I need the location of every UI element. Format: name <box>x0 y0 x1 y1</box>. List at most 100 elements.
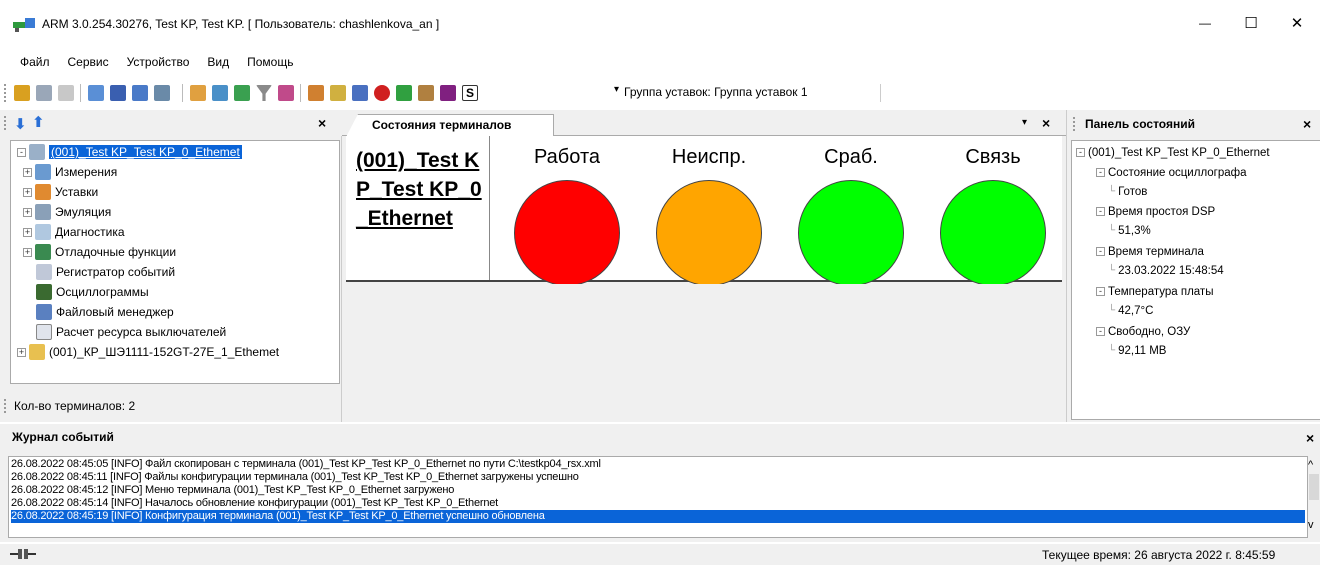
close-panel-button[interactable]: × <box>1303 116 1311 132</box>
collapse-icon[interactable]: - <box>1096 207 1105 216</box>
download-icon[interactable] <box>352 85 368 101</box>
tree-item-label: Отладочные функции <box>55 245 177 259</box>
event-recorder-icon <box>36 264 52 280</box>
tab-label[interactable]: Состояния терминалов <box>372 118 511 132</box>
maximize-button[interactable]: ☐ <box>1228 8 1274 38</box>
tree-item-terminal-2[interactable]: + (001)_КР_ШЭ1111-152GT-27E_1_Ethemet <box>17 342 279 362</box>
expand-icon[interactable]: + <box>23 187 32 197</box>
file-manager-icon <box>36 304 52 320</box>
title-bar: ARM 3.0.254.30276, Test KP, Test KP. [ П… <box>0 0 1320 46</box>
tree-item-settings[interactable]: + Уставки <box>23 182 98 202</box>
collapse-icon[interactable]: - <box>1096 247 1105 256</box>
collapse-icon[interactable]: - <box>17 147 26 157</box>
tree-item-diagnostics[interactable]: + Диагностика <box>23 222 125 242</box>
expand-icon[interactable]: + <box>23 167 32 177</box>
tree-item-breaker-resource[interactable]: Расчет ресурса выключателей <box>36 322 226 342</box>
status-bar: Текущее время: 26 августа 2022 г. 8:45:5… <box>0 544 1320 565</box>
event-log-title: Журнал событий <box>12 430 114 444</box>
flag-icon[interactable] <box>440 85 456 101</box>
log-entry[interactable]: 26.08.2022 08:45:05 [INFO] Файл скопиров… <box>11 458 601 471</box>
status-tree: - (001)_Test KP_Test KP_0_Ethernet - Сос… <box>1071 140 1320 420</box>
refresh-icon[interactable] <box>396 85 412 101</box>
log-entry-selected[interactable]: 26.08.2022 08:45:19 [INFO] Конфигурация … <box>11 510 1305 523</box>
settings-gear-icon[interactable] <box>418 85 434 101</box>
chevron-down-icon[interactable]: ▾ <box>614 84 619 95</box>
close-panel-button[interactable]: × <box>318 115 326 131</box>
status-tree-item[interactable]: - Состояние осциллографа <box>1096 163 1247 182</box>
properties-icon[interactable] <box>58 85 74 101</box>
menu-device[interactable]: Устройство <box>118 52 199 74</box>
edit-icon[interactable] <box>330 85 346 101</box>
expand-icon[interactable]: + <box>23 247 32 257</box>
panel-grip[interactable] <box>1073 117 1075 131</box>
setting-group-label[interactable]: Группа уставок: Группа уставок 1 <box>624 85 808 99</box>
tree-item-measurements[interactable]: + Измерения <box>23 162 117 182</box>
log-entry[interactable]: 26.08.2022 08:45:12 [INFO] Меню терминал… <box>11 484 454 497</box>
close-tab-button[interactable]: × <box>1042 115 1050 131</box>
tree-item-event-recorder[interactable]: Регистратор событий <box>36 262 175 282</box>
status-tree-root[interactable]: - (001)_Test KP_Test KP_0_Ethernet <box>1076 143 1270 162</box>
panel-grip[interactable] <box>4 399 6 413</box>
close-button[interactable]: ✕ <box>1274 8 1320 38</box>
log-entry[interactable]: 26.08.2022 08:45:14 [INFO] Началось обно… <box>11 497 498 510</box>
disconnect-icon[interactable] <box>36 85 52 101</box>
monitor-icon[interactable] <box>110 85 126 101</box>
status-item-value: 42,7°C <box>1118 304 1154 317</box>
menu-help[interactable]: Помощь <box>238 52 302 74</box>
terminals-panel: ⬇ ⬆ × - (001)_Test KP_Test KP_0_Ethemet … <box>0 110 342 422</box>
tree-item-label: (001)_Test KP_Test KP_0_Ethemet <box>49 145 242 159</box>
status-tree-value: └ 42,7°C <box>1108 304 1154 317</box>
event-log-list[interactable]: 26.08.2022 08:45:05 [INFO] Файл скопиров… <box>8 456 1308 538</box>
network-icon[interactable] <box>132 85 148 101</box>
tree-icon[interactable] <box>234 85 250 101</box>
record-icon[interactable] <box>374 85 390 101</box>
arrow-up-icon[interactable]: ⬆ <box>32 113 45 131</box>
toolbar-grip[interactable] <box>4 84 7 102</box>
tree-item-file-manager[interactable]: Файловый менеджер <box>36 302 174 322</box>
list-icon[interactable] <box>88 85 104 101</box>
arrow-down-icon[interactable]: ⬇ <box>14 115 27 133</box>
menu-service[interactable]: Сервис <box>59 52 118 74</box>
layers-icon[interactable] <box>278 85 294 101</box>
tree-item-terminal[interactable]: - (001)_Test KP_Test KP_0_Ethemet <box>17 142 242 162</box>
debug-icon <box>35 244 51 260</box>
scrollbar-thumb[interactable] <box>1309 474 1319 500</box>
scroll-up-icon[interactable]: ^ <box>1308 459 1313 471</box>
collapse-icon[interactable]: - <box>1076 148 1085 157</box>
terminals-panel-header: ⬇ ⬆ × <box>0 110 342 136</box>
report-icon[interactable] <box>212 85 228 101</box>
chart-icon[interactable] <box>190 85 206 101</box>
chevron-down-icon[interactable]: ▾ <box>1022 117 1027 128</box>
collapse-icon[interactable]: - <box>1096 327 1105 336</box>
settings-folder-icon <box>35 184 51 200</box>
scroll-down-icon[interactable]: v <box>1308 519 1314 531</box>
status-tree-root-label: (001)_Test KP_Test KP_0_Ethernet <box>1088 146 1270 159</box>
panel-grip[interactable] <box>4 116 6 130</box>
minimize-button[interactable]: — <box>1182 8 1228 38</box>
collapse-icon[interactable]: - <box>1096 168 1105 177</box>
log-entry[interactable]: 26.08.2022 08:45:11 [INFO] Файлы конфигу… <box>11 471 579 484</box>
open-folder-icon[interactable] <box>308 85 324 101</box>
expand-icon[interactable]: + <box>23 207 32 217</box>
status-tree-item[interactable]: - Время терминала <box>1096 242 1204 261</box>
expand-icon[interactable]: + <box>17 347 26 357</box>
save-dropdown-icon[interactable] <box>154 85 170 101</box>
expand-icon[interactable]: + <box>23 227 32 237</box>
tree-item-oscillograms[interactable]: Осциллограммы <box>36 282 149 302</box>
menu-view[interactable]: Вид <box>198 52 238 74</box>
status-tree-item[interactable]: - Свободно, ОЗУ <box>1096 322 1190 341</box>
filter-icon[interactable] <box>256 85 272 101</box>
app-icon <box>13 18 35 32</box>
status-tree-item[interactable]: - Время простоя DSP <box>1096 202 1215 221</box>
status-tree-item[interactable]: - Температура платы <box>1096 282 1213 301</box>
terminal-name[interactable]: (001)_Test KP_Test KP_0_Ethernet <box>356 146 486 233</box>
tree-item-emulation[interactable]: + Эмуляция <box>23 202 111 222</box>
collapse-icon[interactable]: - <box>1096 287 1105 296</box>
connect-icon[interactable] <box>14 85 30 101</box>
close-panel-button[interactable]: × <box>1306 430 1314 446</box>
status-tree-value: └ 92,11 MB <box>1108 344 1167 357</box>
menu-bar: Файл Сервис Устройство Вид Помощь <box>0 52 1320 74</box>
setting-group-icon[interactable]: S <box>462 85 478 101</box>
tree-item-debug-functions[interactable]: + Отладочные функции <box>23 242 176 262</box>
menu-file[interactable]: Файл <box>0 52 59 74</box>
